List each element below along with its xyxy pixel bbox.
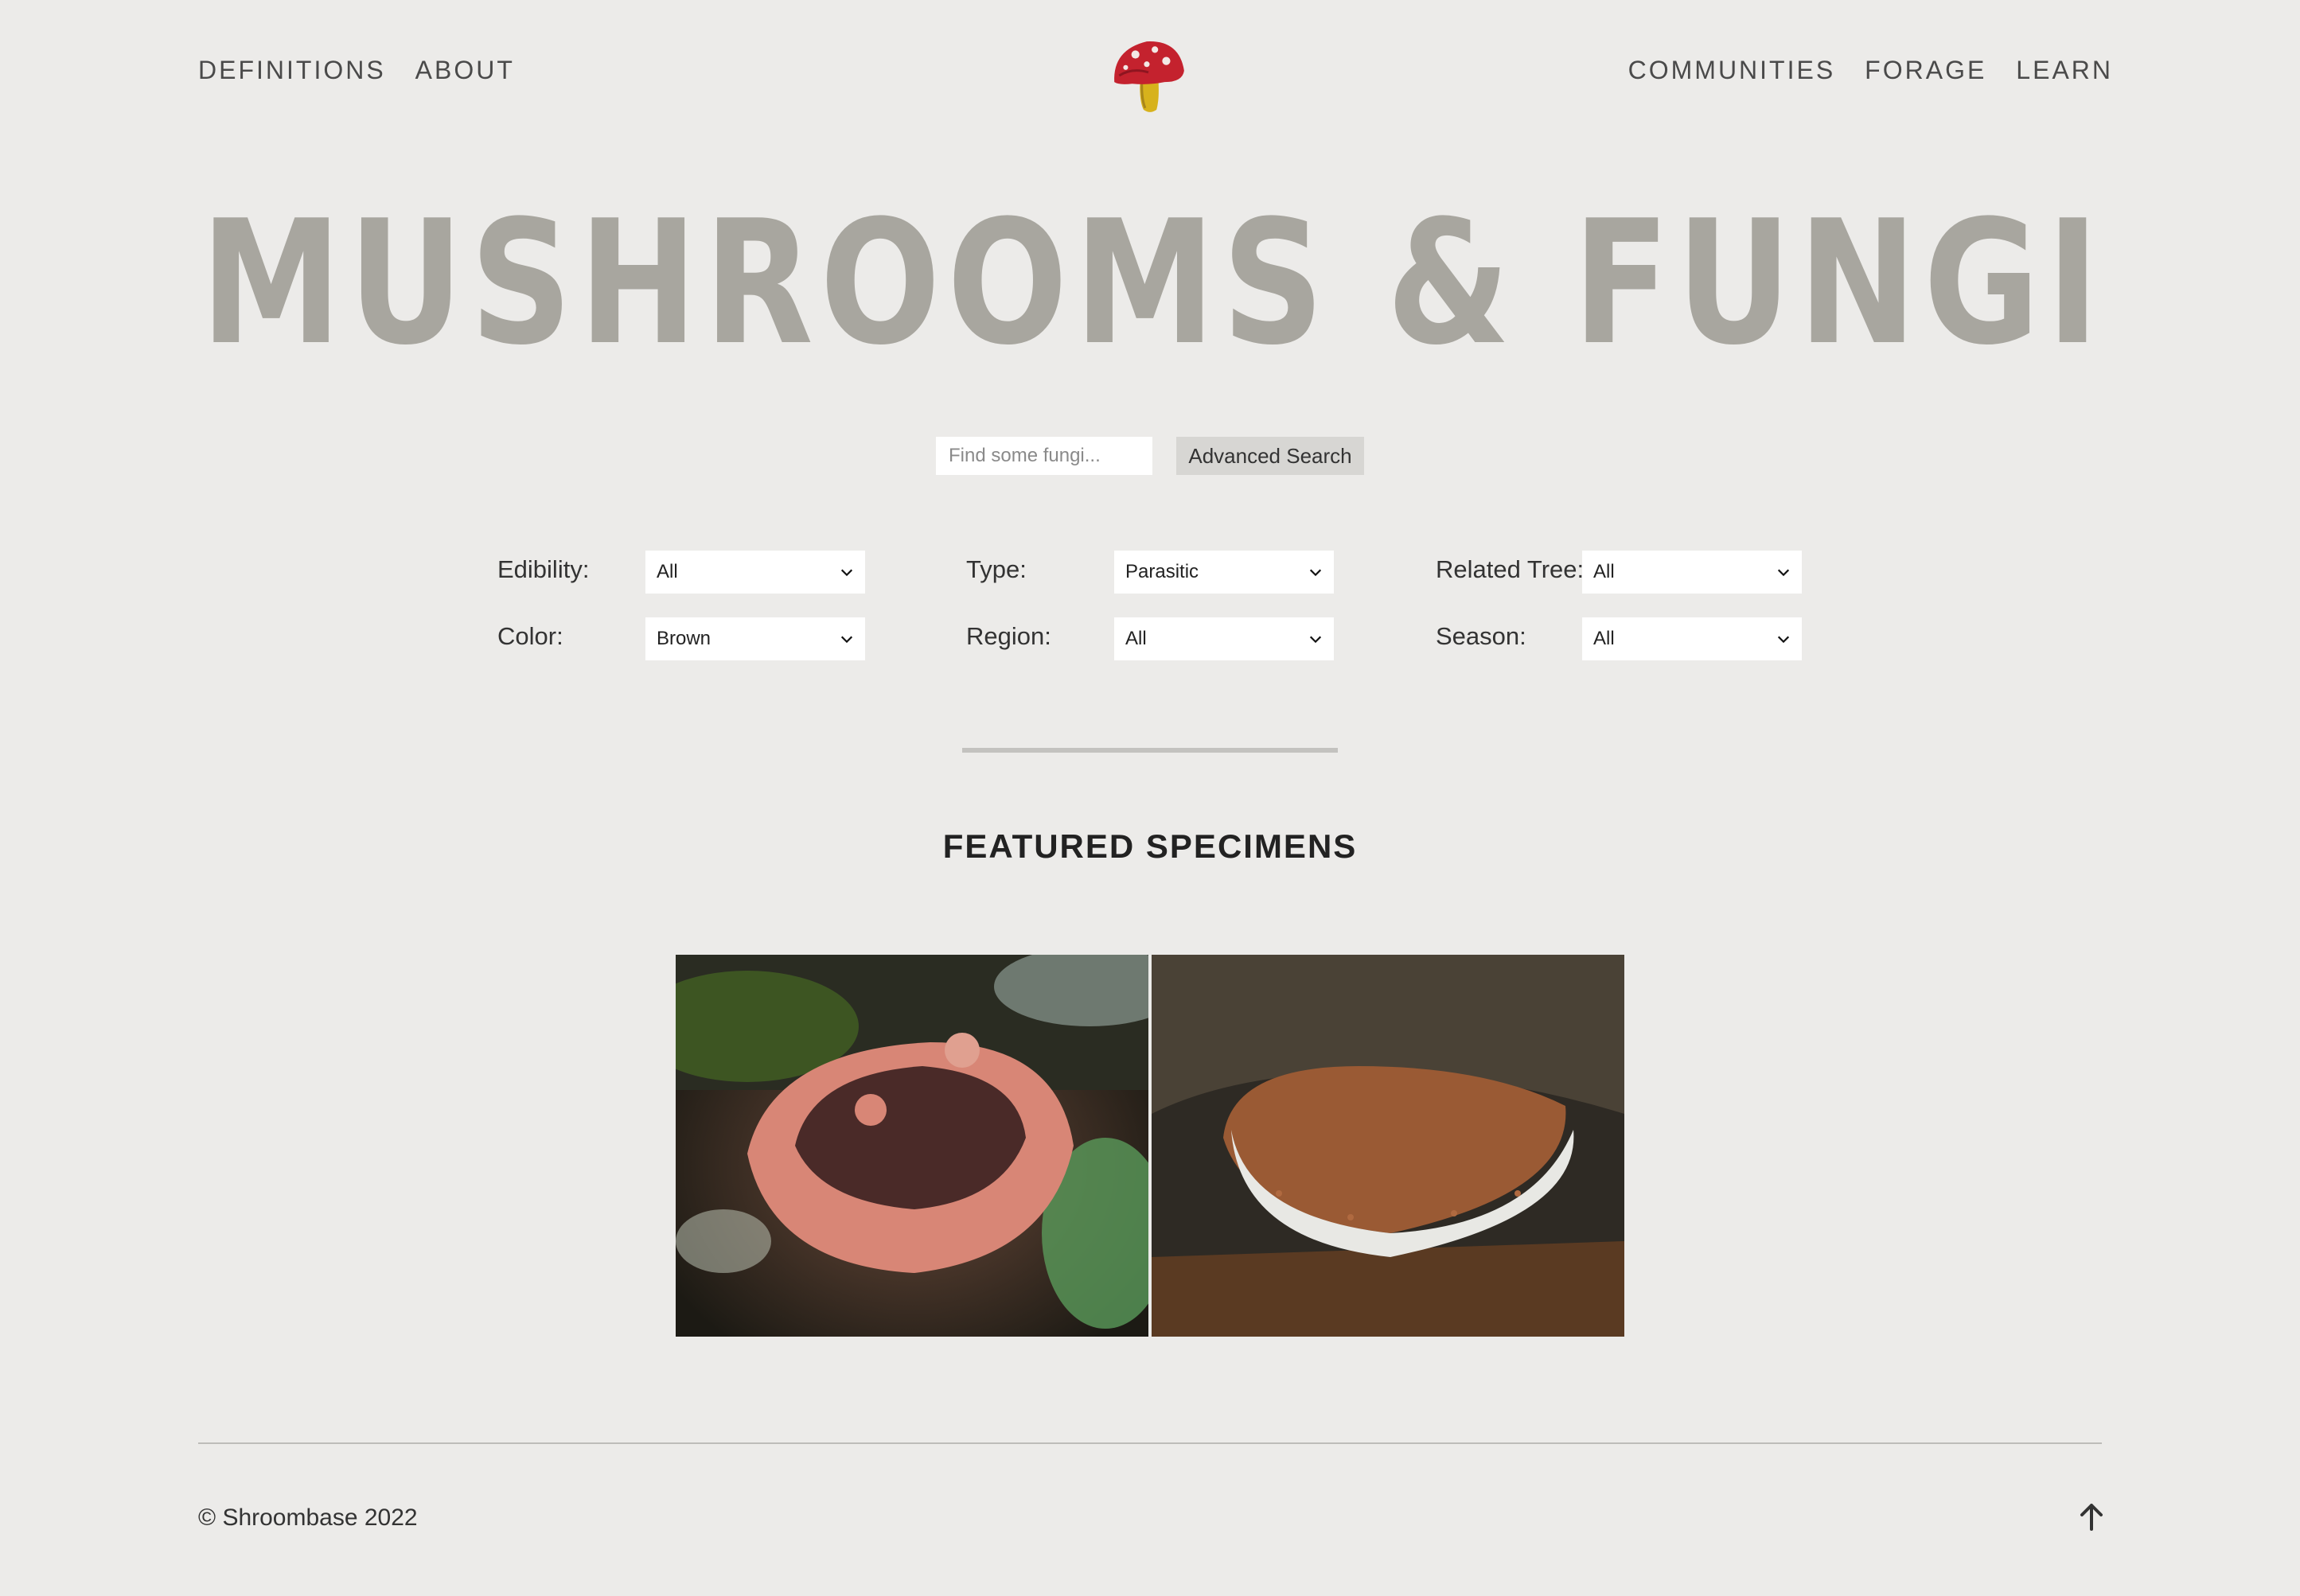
chevron-down-icon [840,636,853,644]
type-select[interactable]: Parasitic [1114,551,1334,594]
related-tree-select[interactable]: All [1582,551,1802,594]
advanced-search-button[interactable]: Advanced Search [1176,437,1364,475]
season-label: Season: [1436,622,1526,650]
edibility-value: All [657,561,678,582]
nav-link-learn[interactable]: LEARN [2016,56,2113,84]
section-divider [962,748,1338,753]
chevron-down-icon [1309,636,1322,644]
nav-link-forage[interactable]: FORAGE [1865,56,1986,84]
chevron-down-icon [1777,636,1790,644]
arrow-up-icon[interactable] [2076,1501,2107,1532]
nav-link-communities[interactable]: COMMUNITIES [1628,56,1836,84]
color-label: Color: [497,622,563,650]
related-tree-label: Related Tree: [1436,555,1585,583]
search-input[interactable] [936,437,1152,475]
related-tree-value: All [1593,561,1615,582]
nav-link-definitions[interactable]: DEFINITIONS [198,56,386,84]
mushroom-logo-icon[interactable] [1108,35,1189,116]
edibility-select[interactable]: All [645,551,865,594]
region-select[interactable]: All [1114,617,1334,660]
nav-right: COMMUNITIES FORAGE LEARN [1599,56,2113,85]
region-value: All [1125,628,1147,649]
season-select[interactable]: All [1582,617,1802,660]
chevron-down-icon [840,569,853,577]
hero-title: MUSHROOMS & FUNGI [201,199,2106,358]
season-value: All [1593,628,1615,649]
hero-title-text: MUSHROOMS & FUNGI [201,199,2106,358]
nav-left: DEFINITIONS ABOUT [198,56,544,85]
chevron-down-icon [1777,569,1790,577]
footer-divider [198,1442,2102,1444]
type-value: Parasitic [1125,561,1199,582]
color-value: Brown [657,628,711,649]
featured-specimens-heading: FEATURED SPECIMENS [942,827,1358,865]
specimen-photo-1-image [676,955,1148,1337]
specimen-photo-2-image [1152,955,1624,1337]
chevron-down-icon [1309,569,1322,577]
color-select[interactable]: Brown [645,617,865,660]
type-label: Type: [966,555,1027,583]
nav-link-about[interactable]: ABOUT [415,56,515,84]
specimen-photo-2[interactable] [1152,955,1624,1337]
specimen-photo-1[interactable] [676,955,1148,1337]
footer-copyright: © Shroombase 2022 [198,1505,418,1531]
region-label: Region: [966,622,1051,650]
edibility-label: Edibility: [497,555,590,583]
